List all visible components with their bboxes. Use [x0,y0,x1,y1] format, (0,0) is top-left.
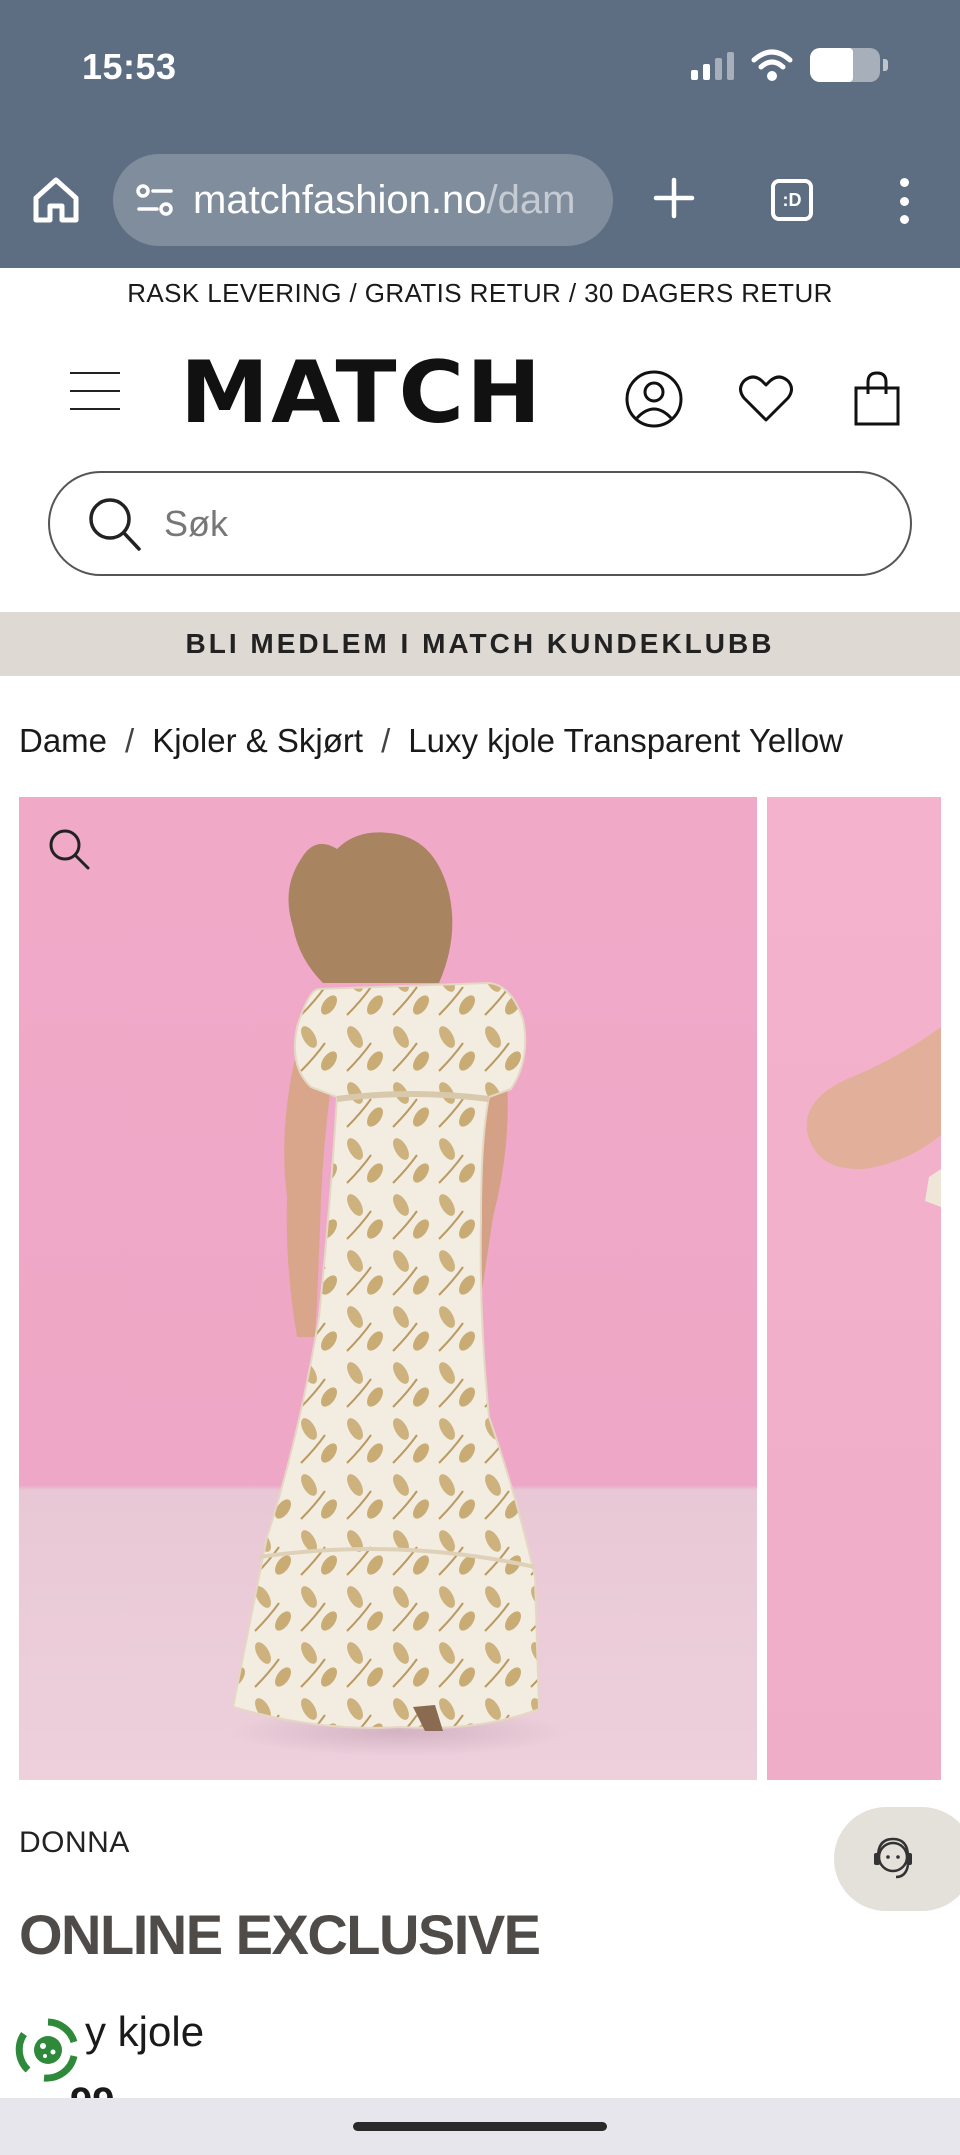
tab-switcher-button[interactable]: :D [771,179,813,221]
search-icon [89,497,141,551]
customer-service-chat-button[interactable] [834,1807,960,1911]
search-input[interactable] [164,502,764,545]
account-icon[interactable] [623,368,685,430]
product-image-main[interactable] [19,797,757,1780]
zoom-icon[interactable] [46,826,92,872]
membership-banner[interactable]: BLI MEDLEM I MATCH KUNDEKLUBB [0,612,960,676]
browser-chrome: 15:53 matchfashion.no/dam :D [0,0,960,268]
status-icons [691,48,888,82]
url-host: matchfashion.no [193,177,487,222]
wifi-icon [751,49,793,81]
site-settings-icon[interactable] [135,182,175,218]
breadcrumb-item-dame[interactable]: Dame [19,722,107,760]
cellular-signal-icon [691,50,734,80]
product-price: …99 [30,2082,115,2098]
address-bar[interactable]: matchfashion.no/dam [113,154,613,246]
product-image-next[interactable] [767,797,941,1780]
battery-icon [810,48,888,82]
product-photo [229,832,569,1756]
support-agent-icon [874,1837,912,1879]
breadcrumb-item-category[interactable]: Kjoler & Skjørt [152,722,363,760]
breadcrumb-item-current: Luxy kjole Transparent Yellow [408,722,844,759]
status-time: 15:53 [82,46,177,87]
announcement-bar: RASK LEVERING / GRATIS RETUR / 30 DAGERS… [127,278,833,308]
browser-menu-icon[interactable] [896,178,912,224]
cookie-consent-icon[interactable] [14,2016,82,2084]
home-icon[interactable] [30,174,82,226]
url-path: /dam [486,177,576,222]
menu-icon[interactable] [70,372,120,410]
home-indicator[interactable] [353,2122,607,2131]
breadcrumb-separator: / [381,722,391,759]
product-badge: ONLINE EXCLUSIVE [19,1903,541,1966]
wishlist-heart-icon[interactable] [735,368,797,430]
product-brand[interactable]: DONNA [19,1826,130,1860]
breadcrumb-separator: / [125,722,135,759]
breadcrumb: Dame / Kjoler & Skjørt / Luxy kjole Tran… [19,722,843,760]
shopping-bag-icon[interactable] [846,368,908,430]
site-logo[interactable]: MATCH [180,350,543,436]
new-tab-icon[interactable] [652,176,696,220]
product-photo-next [806,1027,941,1207]
search-bar[interactable] [48,471,912,576]
